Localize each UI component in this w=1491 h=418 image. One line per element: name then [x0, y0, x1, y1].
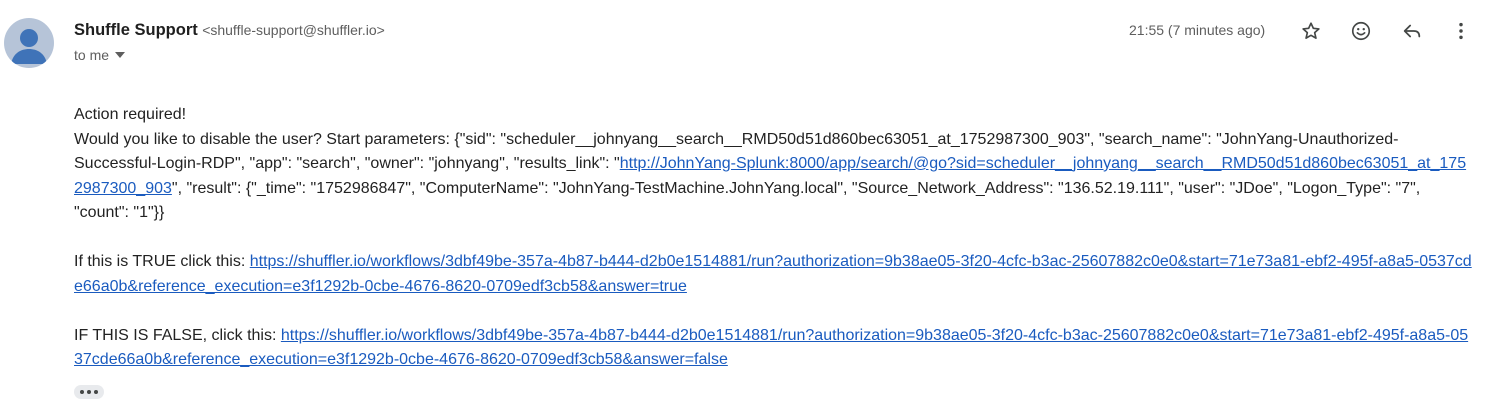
star-button[interactable]	[1296, 16, 1326, 46]
false-option-label: IF THIS IS FALSE, click this:	[74, 326, 281, 344]
body-parameters-paragraph: Would you like to disable the user? Star…	[74, 128, 1474, 226]
show-trimmed-content-button[interactable]	[74, 385, 104, 399]
person-avatar-icon	[11, 29, 47, 64]
sender-name[interactable]: Shuffle Support	[74, 21, 198, 39]
body-intro-tail-text: ", "result": {"_time": "1752986847", "Co…	[74, 179, 1421, 222]
recipient-details-toggle[interactable]: to me	[74, 47, 385, 63]
true-option-paragraph: If this is TRUE click this: https://shuf…	[74, 250, 1474, 299]
more-vert-icon	[1459, 22, 1463, 40]
false-answer-link[interactable]: https://shuffler.io/workflows/3dbf49be-3…	[74, 327, 1468, 369]
email-message-view: Shuffle Support <shuffle-support@shuffle…	[0, 0, 1491, 418]
sender-block: Shuffle Support <shuffle-support@shuffle…	[74, 19, 385, 63]
message-body: Action required! Would you like to disab…	[74, 103, 1474, 373]
reply-button[interactable]	[1397, 16, 1427, 46]
emoji-react-icon	[1351, 21, 1371, 41]
ellipsis-dot-icon	[87, 390, 91, 394]
star-icon	[1302, 22, 1320, 39]
true-option-label: If this is TRUE click this:	[74, 253, 250, 270]
message-timestamp: 21:55 (7 minutes ago)	[1129, 22, 1266, 38]
ellipsis-dot-icon	[94, 390, 98, 394]
recipient-label: to me	[74, 47, 110, 63]
false-option-paragraph: IF THIS IS FALSE, click this: https://sh…	[74, 324, 1474, 373]
true-answer-link[interactable]: https://shuffler.io/workflows/3dbf49be-3…	[74, 253, 1472, 295]
sender-avatar[interactable]	[4, 18, 54, 68]
more-options-button[interactable]	[1446, 16, 1476, 46]
sender-line: Shuffle Support <shuffle-support@shuffle…	[74, 19, 385, 42]
ellipsis-dot-icon	[80, 390, 84, 394]
reply-icon	[1403, 24, 1421, 38]
sender-email: <shuffle-support@shuffler.io>	[202, 22, 385, 38]
emoji-react-button[interactable]	[1346, 16, 1376, 46]
body-heading: Action required!	[74, 106, 187, 123]
chevron-down-icon[interactable]	[115, 52, 126, 58]
